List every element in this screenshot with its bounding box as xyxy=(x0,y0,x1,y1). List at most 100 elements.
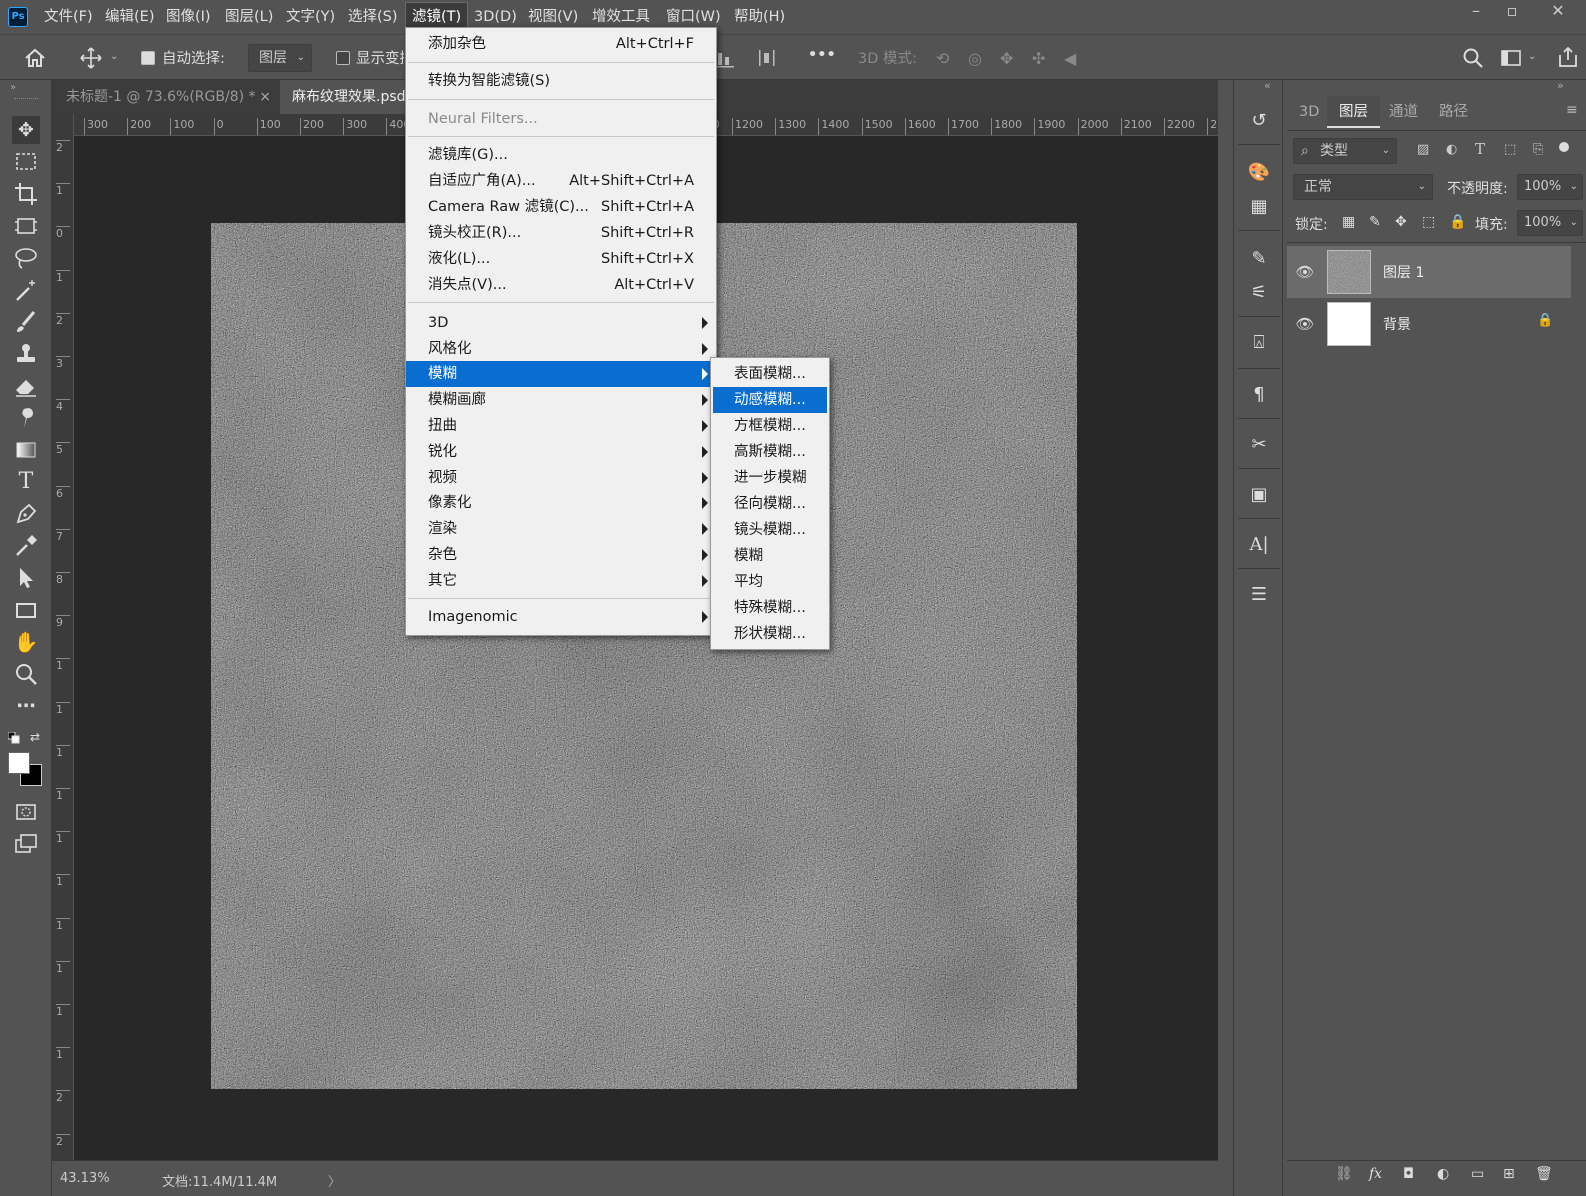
menu-item-add-noise[interactable]: 添加杂色 Alt+Ctrl+F xyxy=(406,31,716,57)
collapse-dock-icon[interactable]: « xyxy=(1264,79,1271,92)
collapse-panel-icon[interactable]: » xyxy=(10,82,16,93)
menu-item-radial-blur[interactable]: 径向模糊... xyxy=(713,491,827,517)
visibility-eye-icon[interactable]: 👁 xyxy=(1295,314,1315,334)
eraser-tool-icon[interactable] xyxy=(12,372,40,400)
menu-item-smart-blur[interactable]: 特殊模糊... xyxy=(713,595,827,621)
screen-mode-icon[interactable] xyxy=(12,830,40,858)
expand-panel-icon[interactable]: » xyxy=(1557,79,1564,92)
tab-layers[interactable]: 图层 xyxy=(1327,96,1380,128)
auto-select-target-dropdown[interactable]: 图层 ⌄ xyxy=(248,44,312,72)
chevron-down-icon[interactable]: ⌄ xyxy=(110,51,118,62)
menu-select[interactable]: 选择(S) xyxy=(342,0,404,34)
menu-item-blur-more[interactable]: 进一步模糊 xyxy=(713,465,827,491)
layer-row-layer-1[interactable]: 👁 图层 1 xyxy=(1287,246,1571,298)
auto-select-checkbox[interactable] xyxy=(141,51,155,65)
navigator-icon[interactable]: ▣ xyxy=(1246,482,1272,508)
lock-position-icon[interactable]: ✥ xyxy=(1395,214,1407,230)
paragraph-icon[interactable]: ¶ xyxy=(1246,382,1272,408)
foreground-color-swatch[interactable] xyxy=(8,752,30,774)
adjustment-layer-icon[interactable]: ◐ xyxy=(1437,1166,1449,1182)
swap-colors-icon[interactable]: ⇄ xyxy=(30,730,40,744)
layer-name[interactable]: 背景 xyxy=(1383,314,1411,334)
menu-help[interactable]: 帮助(H) xyxy=(728,0,791,34)
move-tool-icon[interactable]: ✥ xyxy=(12,116,40,144)
menu-item-distort[interactable]: 扭曲 xyxy=(406,413,716,439)
frame-tool-icon[interactable] xyxy=(12,212,40,240)
menu-item-surface-blur[interactable]: 表面模糊... xyxy=(713,361,827,387)
new-layer-icon[interactable]: ⊞ xyxy=(1503,1166,1515,1182)
rectangle-tool-icon[interactable] xyxy=(12,596,40,624)
tab-paths[interactable]: 路径 xyxy=(1427,96,1480,128)
brush-tool-icon[interactable] xyxy=(12,308,40,336)
menu-type[interactable]: 文字(Y) xyxy=(280,0,341,34)
blend-mode-dropdown[interactable]: 正常 ⌄ xyxy=(1293,174,1433,200)
link-layers-icon[interactable]: ⛓ xyxy=(1335,1166,1353,1182)
menu-item-imagenomic[interactable]: Imagenomic xyxy=(406,604,716,630)
filter-type-icon[interactable]: T xyxy=(1475,140,1485,158)
menu-item-motion-blur[interactable]: 动感模糊... xyxy=(713,387,827,413)
menu-item-gaussian-blur[interactable]: 高斯模糊... xyxy=(713,439,827,465)
fill-field[interactable]: 100% ⌄ xyxy=(1517,210,1583,236)
home-icon[interactable] xyxy=(22,45,48,71)
layer-name[interactable]: 图层 1 xyxy=(1383,262,1424,282)
marquee-tool-icon[interactable] xyxy=(12,148,40,176)
lock-artboard-icon[interactable]: ⬚ xyxy=(1422,214,1435,230)
lock-pixels-icon[interactable]: ✎ xyxy=(1369,214,1381,230)
menu-item-vanishing-point[interactable]: 消失点(V)... Alt+Ctrl+V xyxy=(406,272,716,298)
search-icon[interactable] xyxy=(1462,47,1484,69)
more-tools-icon[interactable]: ⋯ xyxy=(12,692,40,720)
zoom-tool-icon[interactable] xyxy=(12,660,40,688)
tab-untitled-1[interactable]: 未标题-1 @ 73.6%(RGB/8) * × xyxy=(54,80,279,114)
quick-mask-icon[interactable] xyxy=(12,798,40,826)
3d-pan-icon[interactable]: ✥ xyxy=(1000,49,1013,68)
type-tool-icon[interactable]: T xyxy=(12,468,40,496)
filter-smart-object-icon[interactable]: ⎘ xyxy=(1533,142,1543,157)
layer-row-background[interactable]: 👁 背景 🔒 xyxy=(1287,298,1571,350)
menu-item-average[interactable]: 平均 xyxy=(713,569,827,595)
filter-pixel-icon[interactable]: ▨ xyxy=(1417,142,1429,157)
opacity-field[interactable]: 100% ⌄ xyxy=(1517,174,1583,200)
properties-icon[interactable]: ☰ xyxy=(1246,582,1272,608)
menu-item-lens-blur[interactable]: 镜头模糊... xyxy=(713,517,827,543)
menu-item-adaptive-wide-angle[interactable]: 自适应广角(A)... Alt+Shift+Ctrl+A xyxy=(406,168,716,194)
menu-item-pixelate[interactable]: 像素化 xyxy=(406,490,716,516)
menu-item-noise[interactable]: 杂色 xyxy=(406,542,716,568)
menu-item-box-blur[interactable]: 方框模糊... xyxy=(713,413,827,439)
menu-item-blur[interactable]: 模糊 xyxy=(406,361,716,387)
clone-source-icon[interactable]: ⍓ xyxy=(1246,330,1272,356)
filter-toggle-icon[interactable] xyxy=(1559,142,1569,152)
3d-roll-icon[interactable]: ◎ xyxy=(968,49,982,68)
lock-all-icon[interactable]: 🔒 xyxy=(1449,214,1466,230)
close-tab-icon[interactable]: × xyxy=(259,80,271,114)
3d-orbit-icon[interactable]: ⟲ xyxy=(936,49,949,68)
crop-tool-icon[interactable] xyxy=(12,180,40,208)
menu-edit[interactable]: 编辑(E) xyxy=(99,0,160,34)
status-menu-arrow[interactable]: 〉 xyxy=(328,1171,341,1190)
menu-item-blur[interactable]: 模糊 xyxy=(713,543,827,569)
menu-file[interactable]: 文件(F) xyxy=(38,0,99,34)
fx-icon[interactable]: fx xyxy=(1369,1166,1382,1182)
tab-3d[interactable]: 3D xyxy=(1287,96,1331,128)
menu-item-3d[interactable]: 3D xyxy=(406,310,716,336)
history-icon[interactable]: ↺ xyxy=(1246,108,1272,134)
menu-item-other[interactable]: 其它 xyxy=(406,568,716,594)
more-options-icon[interactable]: ••• xyxy=(808,47,836,63)
pen-tool-icon[interactable] xyxy=(12,500,40,528)
character-icon[interactable]: A| xyxy=(1246,532,1272,558)
move-tool-icon[interactable] xyxy=(78,45,104,71)
lasso-tool-icon[interactable] xyxy=(12,244,40,272)
brush-settings-icon[interactable]: ✎ xyxy=(1246,246,1272,272)
panel-menu-icon[interactable]: ≡ xyxy=(1566,102,1578,118)
visibility-eye-icon[interactable]: 👁 xyxy=(1295,262,1315,282)
menu-image[interactable]: 图像(I) xyxy=(160,0,217,34)
color-palette-icon[interactable]: 🎨 xyxy=(1246,160,1272,186)
menu-item-lens-correction[interactable]: 镜头校正(R)... Shift+Ctrl+R xyxy=(406,220,716,246)
layer-mask-icon[interactable]: ◘ xyxy=(1403,1166,1414,1182)
magic-wand-tool-icon[interactable] xyxy=(12,276,40,304)
distribute-icon[interactable] xyxy=(756,47,780,69)
menu-item-blur-gallery[interactable]: 模糊画廊 xyxy=(406,387,716,413)
adjustments-icon[interactable]: ⚟ xyxy=(1246,280,1272,306)
menu-item-filter-gallery[interactable]: 滤镜库(G)... xyxy=(406,142,716,168)
new-group-icon[interactable]: ▭ xyxy=(1471,1166,1484,1182)
tool-presets-icon[interactable]: ✂ xyxy=(1246,432,1272,458)
